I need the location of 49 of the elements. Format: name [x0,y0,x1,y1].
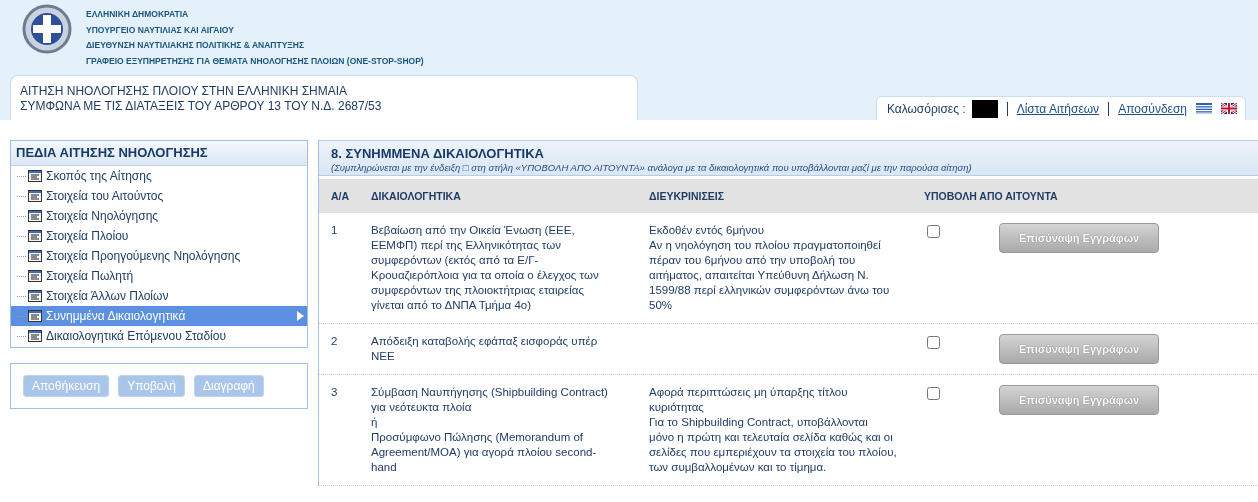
section-title: 8. ΣΥΝΗΜΜΕΝΑ ΔΙΚΑΙΟΛΟΓΗΤΙΚΑ [331,146,545,161]
greek-flag-icon[interactable] [1196,103,1212,114]
form-icon [28,190,42,202]
checkbox[interactable] [927,225,940,238]
sidebar-title: ΠΕΔΙΑ ΑΙΤΗΣΗΣ ΝΗΟΛΟΓΗΣΗΣ [11,141,307,166]
form-icon [28,310,42,322]
table-cell-text: 1 [330,223,339,238]
sidebar-item[interactable]: Στοιχεία Νηολόγησης [11,206,307,226]
redacted-username [971,99,998,118]
sidebar-item[interactable]: Σκοπός της Αίτησης [11,166,307,186]
table-cell-text: 2 [330,334,339,349]
table-cell-text: 3 [330,385,339,400]
section-note: (Συμπληρώνεται με την ένδειξη □ στη στήλη «ΥΠΟΒΟΛΗ ΑΠΟ ΑΙΤΟΥΝΤΑ» ανάλογα με τα δικαιολογητικά που υποβάλλονται μαζί με την παρούσα αίτηση) [331,162,973,173]
organization-name: ΔΙΕΥΘΥΝΣΗ ΝΑΥΤΙΛΙΑΚΗΣ ΠΟΛΙΤΙΚΗΣ & ΑΝΑΠΤΥΞΗΣ [86,39,306,52]
form-icon [28,290,42,302]
table-cell-text: Βεβαίωση από την Οικεία Ένωση (ΕΕΕ, ΕΕΜΦΠ) περί της Ελληνικότητας των συμφερόντων (εκτός από τα Ε/Γ- Κρουαζιερόπλοια για τα οποία ο έλεγχος των συμφερόντων της πλοιοκτήτριας εταιρείας γίνεται από το ΔΝΠΑ Τμήμα 4ο) [371,223,600,313]
nav-link[interactable]: Αποσύνδεση [1118,101,1187,116]
arrow-icon [297,311,304,321]
checkbox[interactable] [927,387,940,400]
page-title: ΑΙΤΗΣΗ ΝΗΟΛΟΓΗΣΗΣ ΠΛΟΙΟΥ ΣΤΗΝ ΕΛΛΗΝΙΚΗ ΣΗΜΑΙΑ [20,84,349,99]
form-icon [28,170,42,182]
form-icon [28,330,42,342]
column-header: ΔΙΕΥΚΡΙΝΙΣΕΙΣ [649,190,725,202]
form-icon [28,270,42,282]
table-cell-text: Εκδοθέν εντός 6μήνου Αν η νηολόγηση του πλοίου πραγματοποιηθεί πέραν του 6μήνου από την υποβολή του αιτήματος, απαιτείται Υπεύθυνη Δήλωση Ν. 1599/88 περί ελληνικών συμφερόντων άνω του 50% [649,223,891,313]
organization-name: ΓΡΑΦΕΙΟ ΕΞΥΠΗΡΕΤΗΣΗΣ ΓΙΑ ΘΕΜΑΤΑ ΝΗΟΛΟΓΗΣΗΣ ΠΛΟΙΩΝ (ONE-STOP-SHOP) [86,54,424,68]
page-title: ΣΥΜΦΩΝΑ ΜΕ ΤΙΣ ΔΙΑΤΑΞΕΙΣ ΤΟΥ ΑΡΘΡΟΥ 13 ΤΟΥ Ν.Δ. 2687/53 [20,99,383,114]
sidebar-item[interactable]: Στοιχεία του Αιτούντος [11,186,307,206]
column-header: Α/Α [330,190,351,202]
emblem-icon [22,4,72,54]
organization-name: ΕΛΛΗΝΙΚΗ ΔΗΜΟΚΡΑΤΙΑ [86,8,190,21]
form-icon [28,230,42,242]
table-cell-text: Απόδειξη καταβολής εφάπαξ εισφοράς υπέρ ΝΕΕ [371,334,599,364]
nav-link[interactable]: Λίστα Αιτήσεων [1016,101,1100,116]
sidebar-item[interactable]: Στοιχεία Πωλητή [11,266,307,286]
form-icon [28,210,42,222]
table-cell-text: Αφορά περιπτώσεις μη ύπαρξης τίτλου κυριότητας Για το Shipbuilding Contract, υποβάλλονται μόνο η πρώτη και τελευταία σελίδα καθώς και οι σελίδες που εμπεριέχουν τα στοιχεία του πλοίου, των συμβαλλομένων και το τίμημα. [649,385,898,475]
checkbox[interactable] [927,336,940,349]
column-header: ΔΙΚΑΙΟΛΟΓΗΤΙΚΑ [371,190,462,202]
sidebar-item[interactable]: Στοιχεία Άλλων Πλοίων [11,286,307,306]
sidebar-item[interactable]: Στοιχεία Προηγούμενης Νηολόγησης [11,246,307,266]
form-icon [28,250,42,262]
sidebar-item[interactable]: Δικαιολογητικά Επόμενου Σταδίου [11,326,307,346]
organization-name: ΥΠΟΥΡΓΕΙΟ ΝΑΥΤΙΛΙΑΣ ΚΑΙ ΑΙΓΑΙΟΥ [86,23,235,37]
sidebar-item[interactable]: Στοιχεία Πλοίου [11,226,307,246]
table-cell-text: Σύμβαση Ναυπήγησης (Shipbuilding Contract) για νεότευκτα πλοία ή Προσύμφωνο Πώλησης (Memorandum of Agreement/MOA) για αγορά πλοίου second- hand [371,385,609,475]
welcome-label: Καλωσόρισες : [886,101,966,116]
column-header: ΥΠΟΒΟΛΗ ΑΠΟ ΑΙΤΟΥΝΤΑ [924,190,1058,202]
uk-flag-icon[interactable] [1221,103,1237,114]
